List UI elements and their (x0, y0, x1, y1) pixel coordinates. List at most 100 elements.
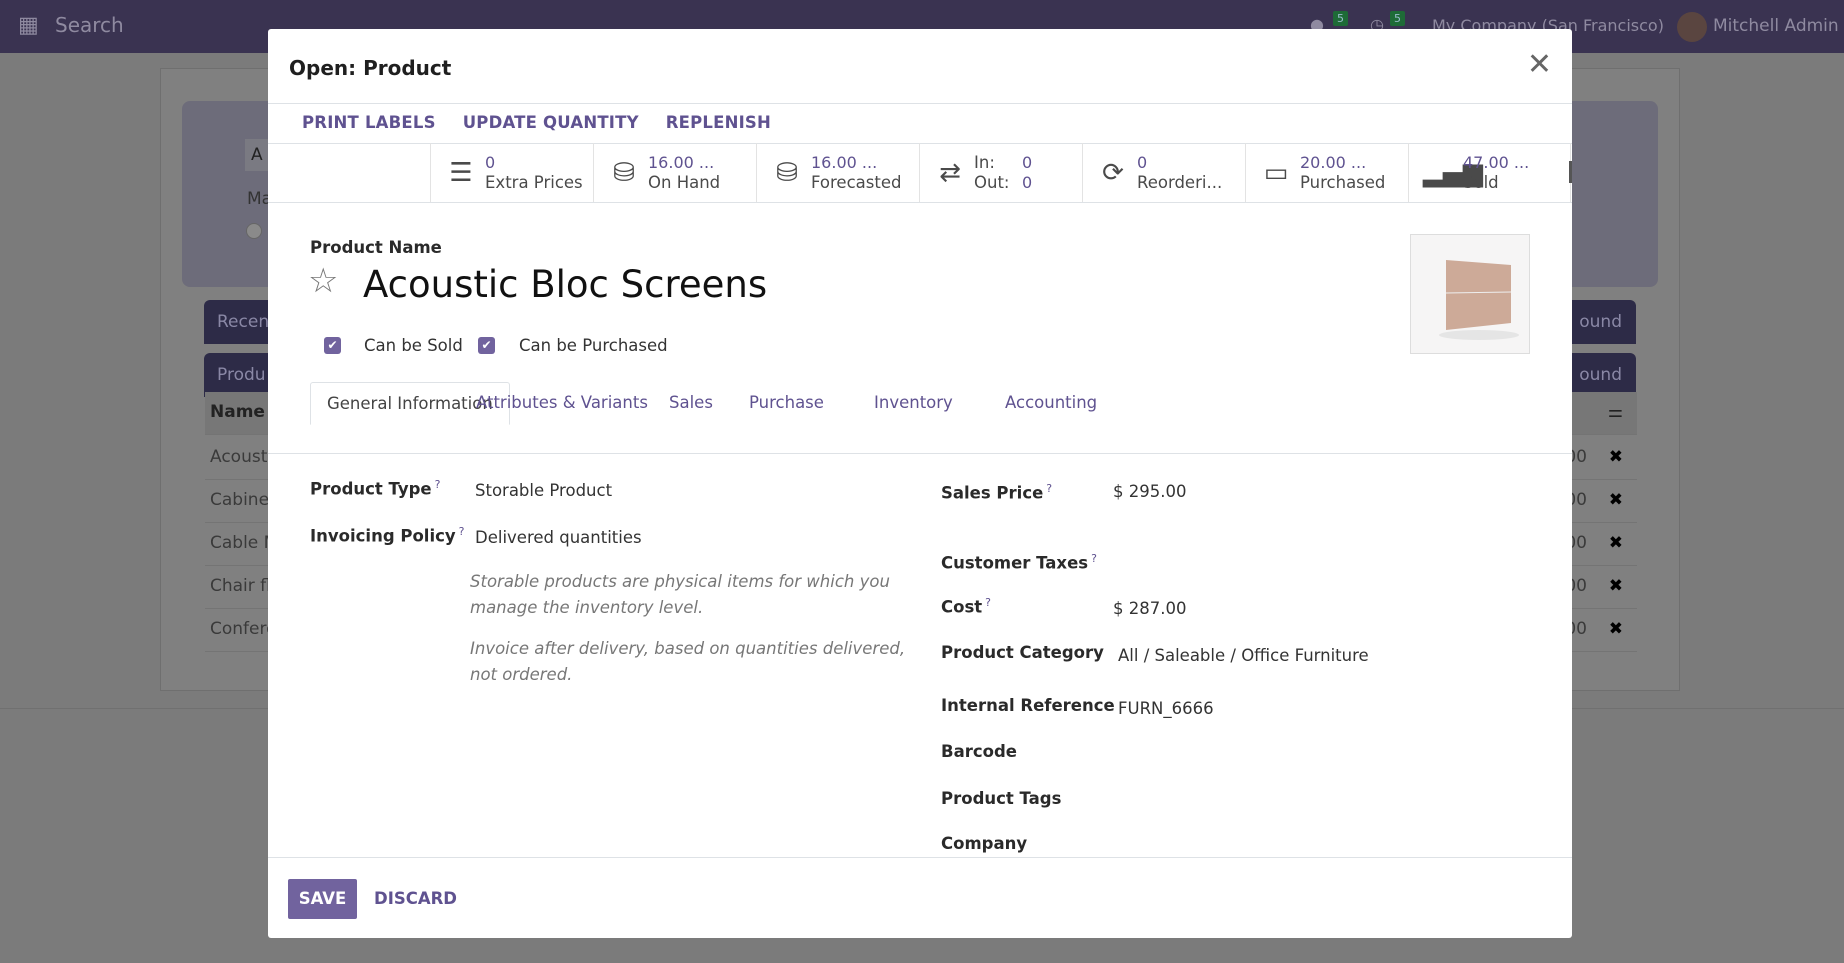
forecasted-value: 16.00 ... (811, 152, 878, 172)
bg-radio[interactable] (246, 223, 262, 239)
footer-divider (268, 857, 1572, 858)
customer-taxes-input[interactable] (1113, 552, 1413, 572)
help-icon[interactable]: ? (435, 478, 441, 491)
product-image[interactable] (1410, 234, 1530, 354)
tab-attributes-variants[interactable]: Attributes & Variants (460, 382, 664, 425)
in-value: 0 (1022, 152, 1033, 172)
save-button[interactable]: SAVE (288, 879, 357, 919)
product-tags-input[interactable] (1118, 789, 1418, 809)
cubes-icon: ⛁ (613, 157, 635, 188)
tabs-divider (268, 453, 1572, 454)
in-label: In: (974, 152, 995, 172)
product-type-help: Storable products are physical items for… (470, 572, 890, 617)
divider (268, 202, 1572, 203)
exchange-icon: ⇄ (939, 157, 961, 188)
extra-prices-value: 0 (485, 152, 496, 172)
reordering-label: Reorderi... (1137, 172, 1223, 192)
replenish-button[interactable]: REPLENISH (666, 113, 771, 132)
can-be-sold-label: Can be Sold (364, 336, 463, 355)
help-icon[interactable]: ? (459, 525, 465, 538)
purchased-button[interactable]: ▭ 20.00 ... Purchased (1245, 143, 1408, 202)
more-buttons-toggle[interactable] (1569, 161, 1572, 183)
help-icon[interactable]: ? (1091, 552, 1097, 565)
search-label[interactable]: Search (55, 13, 124, 37)
settings-sliders-icon[interactable]: ⚌ (1608, 402, 1623, 422)
credit-card-icon: ▭ (1263, 157, 1289, 188)
on-hand-button[interactable]: ⛁ 16.00 ... On Hand (593, 143, 756, 202)
barcode-label: Barcode (941, 742, 1017, 761)
product-name-input[interactable]: Acoustic Bloc Screens (363, 263, 767, 306)
dialog-title: Open: Product (289, 56, 452, 80)
invoicing-policy-help: Invoice after delivery, based on quantit… (470, 639, 906, 684)
product-category-select[interactable]: All / Saleable / Office Furniture (1118, 646, 1369, 665)
company-label: Company (941, 834, 1028, 853)
bg-group-dropdown[interactable]: ound (1579, 312, 1622, 332)
tab-inventory[interactable]: Inventory (858, 382, 969, 425)
product-dialog: Open: Product ✕ PRINT LABELS UPDATE QUANT… (268, 29, 1572, 938)
cost-label: Cost? (941, 596, 991, 617)
favorite-star-icon[interactable]: ☆ (308, 261, 338, 301)
barcode-input[interactable] (1118, 742, 1418, 762)
sold-button[interactable]: ▂▄▆ 47.00 ... Sold (1408, 143, 1571, 202)
extra-prices-button[interactable]: ☰ 0 Extra Prices (430, 143, 593, 202)
invoicing-policy-label: Invoicing Policy? (310, 525, 465, 546)
internal-reference-label: Internal Reference (941, 696, 1115, 715)
refresh-icon: ⟳ (1102, 157, 1124, 188)
sold-label: Sold (1463, 172, 1499, 192)
can-be-sold-checkbox[interactable]: ✔ (324, 337, 341, 354)
in-out-button[interactable]: ⇄ In: 0 Out: 0 (919, 143, 1082, 202)
tab-purchase[interactable]: Purchase (733, 382, 840, 425)
messages-badge: 5 (1333, 11, 1348, 26)
can-be-purchased-label: Can be Purchased (519, 336, 668, 355)
product-type-select[interactable]: Storable Product (475, 481, 612, 500)
sales-price-label: Sales Price? (941, 482, 1053, 503)
bg-filter-input[interactable]: A (245, 139, 269, 171)
purchased-value: 20.00 ... (1300, 152, 1367, 172)
discard-button[interactable]: DISCARD (374, 889, 457, 908)
sales-price-input[interactable]: $ 295.00 (1113, 482, 1186, 501)
print-labels-button[interactable]: PRINT LABELS (302, 113, 436, 132)
help-icon[interactable]: ? (1046, 482, 1052, 495)
bg-recent-label: Recen (217, 312, 270, 332)
signal-icon: ▂▄▆ (1423, 157, 1483, 188)
product-category-label: Product Category (941, 643, 1104, 662)
tab-sales[interactable]: Sales (653, 382, 729, 425)
remove-icon[interactable]: ✖ (1609, 619, 1623, 639)
on-hand-label: On Hand (648, 172, 721, 192)
apps-menu-icon[interactable]: ▦ (18, 13, 39, 38)
remove-icon[interactable]: ✖ (1609, 576, 1623, 596)
product-name-label: Product Name (310, 238, 442, 257)
bg-group-dropdown-2[interactable]: ound (1579, 365, 1622, 385)
company-select[interactable] (1118, 834, 1418, 854)
update-quantity-button[interactable]: UPDATE QUANTITY (463, 113, 639, 132)
on-hand-value: 16.00 ... (648, 152, 715, 172)
out-label: Out: (974, 172, 1010, 192)
activities-badge: 5 (1390, 11, 1405, 26)
product-type-label: Product Type? (310, 478, 441, 499)
extra-prices-label: Extra Prices (485, 172, 583, 192)
user-menu[interactable]: Mitchell Admin (1713, 16, 1839, 36)
cost-input[interactable]: $ 287.00 (1113, 599, 1186, 618)
forecasted-button[interactable]: ⛁ 16.00 ... Forecasted (756, 143, 919, 202)
help-icon[interactable]: ? (985, 596, 991, 609)
action-buttons: PRINT LABELS UPDATE QUANTITY REPLENISH (302, 113, 798, 132)
bg-products-label: Produ (217, 365, 266, 385)
remove-icon[interactable]: ✖ (1609, 490, 1623, 510)
internal-reference-input[interactable]: FURN_6666 (1118, 699, 1214, 718)
reordering-button[interactable]: ⟳ 0 Reorderi... (1082, 143, 1245, 202)
list-icon: ☰ (449, 157, 473, 188)
remove-icon[interactable]: ✖ (1609, 447, 1623, 467)
remove-icon[interactable]: ✖ (1609, 533, 1623, 553)
room-divider-image (1439, 260, 1519, 340)
avatar[interactable] (1677, 12, 1707, 42)
can-be-purchased-checkbox[interactable]: ✔ (478, 337, 495, 354)
forecasted-label: Forecasted (811, 172, 902, 192)
reordering-value: 0 (1137, 152, 1148, 172)
product-tags-label: Product Tags (941, 789, 1062, 808)
bg-name-header: Name (210, 402, 265, 422)
tab-accounting[interactable]: Accounting (989, 382, 1113, 425)
close-icon[interactable]: ✕ (1527, 47, 1552, 82)
divider (268, 103, 1572, 104)
cubes-icon: ⛁ (776, 157, 798, 188)
invoicing-policy-select[interactable]: Delivered quantities (475, 528, 642, 547)
